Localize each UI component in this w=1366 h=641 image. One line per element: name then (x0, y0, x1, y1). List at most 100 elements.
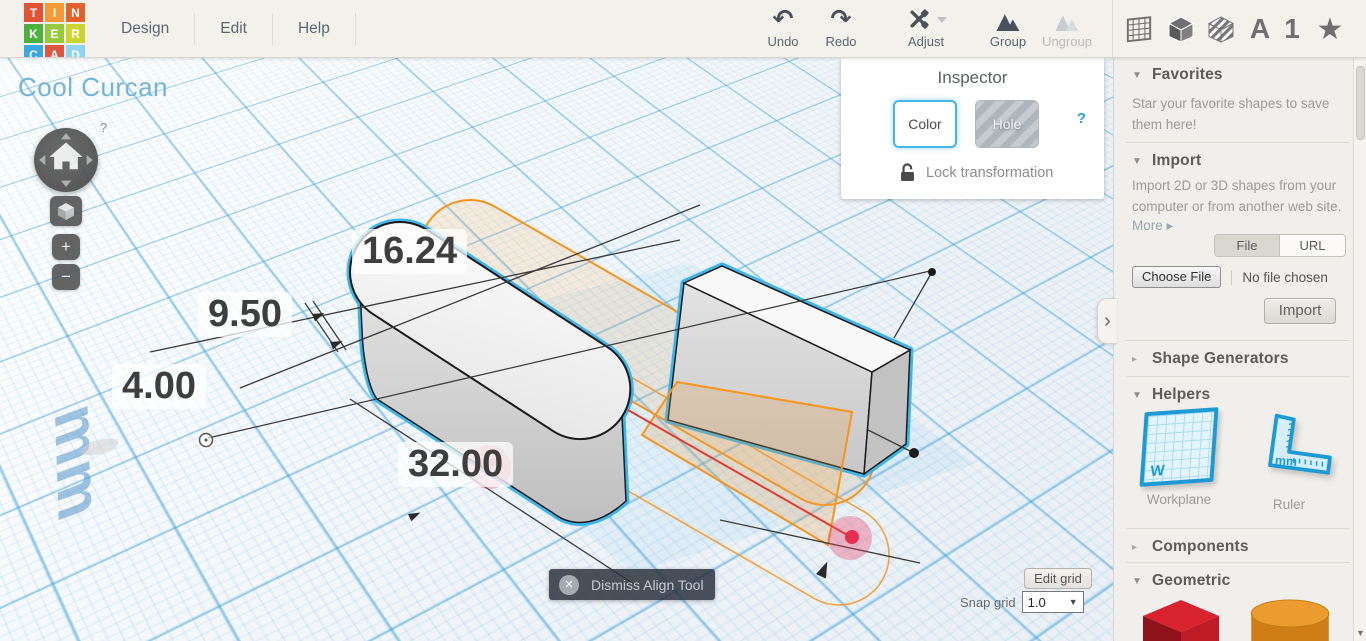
redo-label: Redo (825, 34, 857, 49)
section-title: Geometric (1152, 572, 1231, 589)
open-lock-icon (901, 163, 914, 181)
helper-workplane[interactable]: W Workplane (1134, 407, 1224, 507)
shape-orange-cylinder[interactable] (1246, 598, 1334, 641)
tinkercad-logo[interactable]: T I N K E R C A D (24, 3, 87, 57)
import-button[interactable]: Import (1264, 298, 1336, 324)
ruler-origin-dot (204, 438, 208, 442)
tinkercad-app: T I N K E R C A D Design Edit Help ↶ Und… (0, 0, 1366, 641)
snap-grid-select[interactable]: 1.0 ▼ (1021, 591, 1084, 613)
tab-file[interactable]: File (1215, 235, 1280, 256)
section-components[interactable]: ▸ Components (1132, 538, 1249, 556)
collapse-triangle-icon: ▼ (1132, 155, 1142, 167)
adjust-tools-icon (910, 9, 929, 29)
ungroup-label: Ungroup (1042, 34, 1092, 49)
divider (1126, 142, 1350, 143)
number-tool-icon[interactable]: 1 (1280, 12, 1304, 46)
align-tool-banner: ✕ Dismiss Align Tool (549, 569, 715, 600)
scrollbar-thumb[interactable] (1356, 66, 1365, 140)
divider (1126, 562, 1350, 563)
logo-tile: R (66, 24, 85, 43)
redo-button[interactable]: ↷ Redo (813, 4, 869, 49)
main-menu: Design Edit Help (96, 0, 356, 57)
logo-tile: K (24, 24, 43, 43)
solid-cube-icon[interactable] (1164, 12, 1198, 46)
favorites-description: Star your favorite shapes to save them h… (1132, 96, 1330, 132)
logo-tile: T (24, 3, 43, 22)
hole-cube-icon[interactable] (1204, 12, 1238, 46)
adjust-dropdown-caret[interactable] (937, 17, 947, 23)
menu-edit[interactable]: Edit (195, 0, 272, 57)
section-title: Favorites (1152, 66, 1223, 83)
chevron-down-icon: ▼ (1068, 597, 1078, 607)
menu-design[interactable]: Design (96, 0, 194, 57)
section-shape-generators[interactable]: ▸ Shape Generators (1132, 350, 1289, 368)
logo-tile: E (45, 24, 64, 43)
collapse-triangle-icon: ▼ (1132, 575, 1142, 587)
workplane-w-label: W (1149, 461, 1166, 481)
inspector-help-button[interactable]: ? (1077, 110, 1086, 127)
lock-transformation-label: Lock transformation (926, 164, 1054, 181)
ungroup-button: Ungroup (1035, 4, 1099, 49)
dimension-endpoint[interactable] (928, 268, 936, 276)
divider (1126, 528, 1350, 529)
collapse-triangle-icon: ▼ (1132, 389, 1142, 401)
ruler-mm-label: mm (1275, 453, 1298, 468)
import-description: Import 2D or 3D shapes from your compute… (1132, 178, 1342, 214)
helper-ruler[interactable]: mm Ruler (1244, 410, 1334, 512)
section-geometric[interactable]: ▼ Geometric (1132, 572, 1230, 590)
menu-help[interactable]: Help (273, 0, 355, 57)
file-status-text: No file chosen (1231, 269, 1328, 285)
scroll-down-icon[interactable]: ▼ (1356, 628, 1365, 638)
hole-button[interactable]: Hole (975, 100, 1039, 148)
toolbar-divider (1112, 0, 1113, 57)
section-title: Import (1152, 152, 1202, 169)
dimension-value[interactable]: 16.24 (352, 229, 468, 274)
top-toolbar: T I N K E R C A D Design Edit Help ↶ Und… (0, 0, 1366, 58)
adjust-button[interactable]: Adjust (892, 4, 960, 49)
logo-tile: A (45, 45, 64, 57)
logo-tile: I (45, 3, 64, 22)
section-title: Helpers (1152, 386, 1211, 403)
dimension-value[interactable]: 4.00 (112, 364, 206, 409)
dimension-endpoint[interactable] (909, 448, 919, 458)
group-label: Group (989, 34, 1027, 49)
align-handle-dot (845, 530, 859, 544)
section-title: Components (1152, 538, 1249, 555)
divider (1126, 340, 1350, 341)
favorite-star-icon[interactable]: ★ (1312, 12, 1348, 46)
undo-icon: ↶ (772, 5, 794, 33)
group-button[interactable]: Group (980, 4, 1036, 49)
menu-separator (354, 12, 356, 45)
expand-triangle-icon: ▸ (1132, 541, 1138, 553)
sidebar-scrollbar[interactable]: ▼ (1353, 58, 1366, 641)
lock-transformation-toggle[interactable]: Lock transformation (899, 163, 1053, 182)
choose-file-button[interactable]: Choose File (1132, 266, 1222, 288)
sidebar-expander-tab[interactable]: › (1097, 298, 1117, 344)
shape-red-box[interactable] (1134, 596, 1226, 641)
snap-grid-label: Snap grid (960, 594, 1016, 610)
section-helpers[interactable]: ▼ Helpers (1132, 386, 1210, 404)
dimension-value[interactable]: 32.00 (398, 442, 514, 487)
import-tabs: File URL (1214, 234, 1346, 257)
ruler-helper-icon: mm (1268, 413, 1332, 475)
section-favorites[interactable]: ▼ Favorites (1132, 66, 1223, 84)
toggle-workplane-icon[interactable] (1124, 12, 1158, 46)
logo-tile: D (66, 45, 85, 57)
dismiss-align-button[interactable]: ✕ (559, 574, 579, 595)
shapes-sidebar: ▼ Favorites Star your favorite shapes to… (1113, 58, 1366, 641)
collapse-triangle-icon: ▼ (1132, 69, 1142, 81)
edit-grid-button[interactable]: Edit grid (1024, 568, 1092, 589)
text-tool-icon[interactable]: A (1246, 12, 1274, 46)
divider (1126, 376, 1350, 377)
color-button[interactable]: Color (893, 100, 957, 148)
expand-triangle-icon: ▸ (1132, 353, 1138, 365)
ungroup-icon (1055, 15, 1079, 31)
section-import[interactable]: ▼ Import (1132, 152, 1201, 170)
section-title: Shape Generators (1152, 350, 1289, 367)
undo-button[interactable]: ↶ Undo (755, 4, 811, 49)
dimension-value[interactable]: 9.50 (198, 292, 292, 337)
tab-url[interactable]: URL (1280, 235, 1345, 256)
snap-grid-control: Snap grid 1.0 ▼ (960, 591, 1084, 613)
helper-label: Ruler (1272, 497, 1306, 512)
helper-label: Workplane (1146, 492, 1212, 507)
